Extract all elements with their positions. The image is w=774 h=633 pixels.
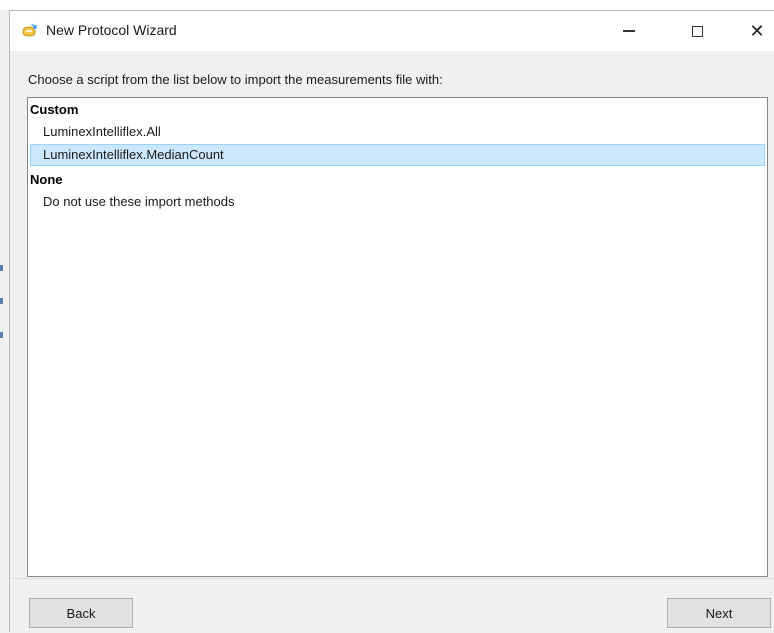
wizard-wand-icon xyxy=(21,23,39,39)
import-script-list[interactable]: Custom LuminexIntelliflex.All LuminexInt… xyxy=(27,97,768,577)
background-edge-mark xyxy=(0,265,3,271)
next-button[interactable]: Next xyxy=(667,598,771,628)
minimize-button[interactable] xyxy=(606,11,652,51)
wizard-window: New Protocol Wizard ✕ Choose a script fr… xyxy=(9,10,774,633)
maximize-icon xyxy=(691,25,703,37)
back-button[interactable]: Back xyxy=(29,598,133,628)
list-item-luminexintelliflex-all[interactable]: LuminexIntelliflex.All xyxy=(30,121,765,143)
group-header-custom: Custom xyxy=(30,102,79,117)
group-header-none: None xyxy=(30,172,63,187)
background-window-strip xyxy=(0,0,774,10)
close-icon: ✕ xyxy=(749,20,765,41)
wizard-footer: Back Next xyxy=(10,578,774,633)
list-item-do-not-use[interactable]: Do not use these import methods xyxy=(30,191,765,213)
title-bar[interactable]: New Protocol Wizard ✕ xyxy=(10,11,774,51)
minimize-icon xyxy=(623,30,635,32)
list-item-luminexintelliflex-mediancount[interactable]: LuminexIntelliflex.MedianCount xyxy=(30,144,765,166)
background-edge-mark xyxy=(0,298,3,304)
background-edge-mark xyxy=(0,332,3,338)
close-button[interactable]: ✕ xyxy=(734,11,774,51)
footer-divider xyxy=(10,578,774,579)
instruction-text: Choose a script from the list below to i… xyxy=(28,72,443,87)
window-title: New Protocol Wizard xyxy=(46,22,177,38)
maximize-button[interactable] xyxy=(674,11,720,51)
